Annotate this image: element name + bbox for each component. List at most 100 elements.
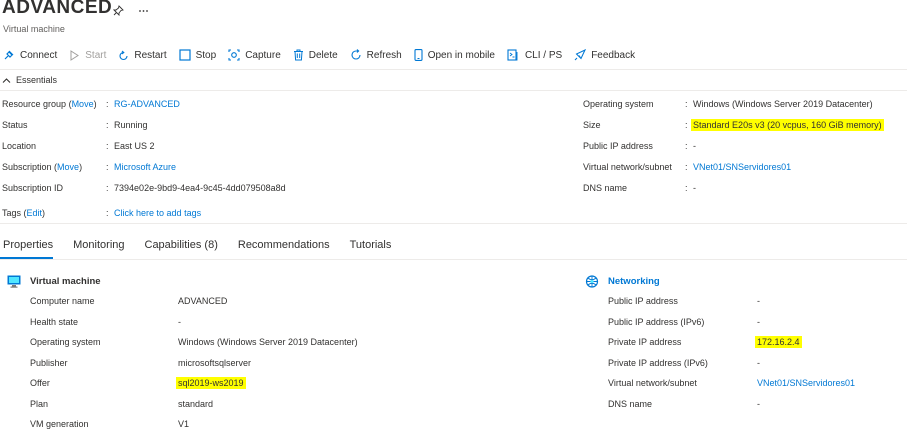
net-label-dns: DNS name [608,399,653,409]
essentials-value-subscription: : Microsoft Azure [106,162,177,172]
vm-value-plan: standard [178,399,214,409]
essentials-label-size: Size [583,120,601,130]
vm-value-generation: V1 [178,419,190,429]
trash-icon [293,49,303,61]
play-icon [70,49,80,61]
essentials-label-subscription-id: Subscription ID [2,183,64,193]
move-resource-group-link[interactable]: Move [72,99,94,109]
net-vnet-subnet-link[interactable]: VNet01/SNServidores01 [757,378,855,388]
essentials-value-status: : Running [106,120,148,130]
start-label: Start [85,49,107,61]
title-actions [112,5,160,19]
connect-button[interactable]: Connect [3,49,57,61]
essentials-value-subscription-id: : 7394e02e-9bd9-4ea4-9c45-4dd079508a8d [106,183,286,193]
net-value-private-ipv6: - [757,358,760,368]
vnet-subnet-link[interactable]: VNet01/SNServidores01 [693,162,791,172]
stop-button[interactable]: Stop [179,49,217,61]
tab-bar: Properties Monitoring Capabilities (8) R… [0,236,411,259]
net-label-public-ip: Public IP address [608,296,678,306]
feedback-label: Feedback [591,49,636,61]
add-tags-link[interactable]: Click here to add tags [114,208,201,218]
cli-ps-button[interactable]: CLI / PS [507,49,562,61]
command-bar: Connect Start Restart Stop Capture Delet… [0,47,647,63]
capture-button[interactable]: Capture [228,49,281,61]
essentials-label-status: Status [2,120,28,130]
vm-label-publisher: Publisher [30,358,68,368]
plug-icon [4,50,14,60]
essentials-label-os: Operating system [583,99,654,109]
tab-tutorials[interactable]: Tutorials [350,236,392,257]
net-label-private-ip: Private IP address [608,337,682,347]
net-value-public-ip: - [757,296,760,306]
vm-label-computer-name: Computer name [30,296,95,306]
net-label-public-ipv6: Public IP address (IPv6) [608,317,705,327]
vm-value-offer: sql2019-ws2019 [176,377,246,389]
edit-tags-link[interactable]: Edit [27,208,43,218]
essentials-value-size: : Standard E20s v3 (20 vcpus, 160 GiB me… [685,119,884,131]
feedback-icon [574,49,587,61]
capture-label: Capture [245,49,281,61]
essentials-label-subscription: Subscription (Move) [2,162,83,172]
chevron-up-icon [2,77,11,83]
pin-icon[interactable] [112,5,124,19]
dns-value: - [693,183,697,193]
tab-capabilities[interactable]: Capabilities (8) [145,236,218,257]
essentials-value-resource-group: : RG-ADVANCED [106,99,180,109]
net-label-private-ipv6: Private IP address (IPv6) [608,358,708,368]
move-subscription-link[interactable]: Move [57,162,79,172]
vm-label-plan: Plan [30,399,49,409]
tab-recommendations[interactable]: Recommendations [238,236,330,257]
stop-label: Stop [195,49,217,61]
essentials-label-vnet: Virtual network/subnet [583,162,672,172]
essentials-label-resource-group: Resource group (Move) [2,99,97,109]
vm-section-title: Virtual machine [7,275,101,288]
vm-label-offer: Offer [30,378,50,388]
refresh-button[interactable]: Refresh [350,49,402,61]
open-in-mobile-button[interactable]: Open in mobile [414,49,495,61]
subscription-link[interactable]: Microsoft Azure [114,162,176,172]
essentials-toggle[interactable]: Essentials [2,75,57,85]
delete-label: Delete [308,49,338,61]
essentials-label-location: Location [2,141,37,151]
vm-value-computer-name: ADVANCED [178,296,228,306]
restart-button[interactable]: Restart [118,49,167,61]
location-value: East US 2 [114,141,155,151]
tab-properties[interactable]: Properties [0,236,54,259]
net-label-vnet: Virtual network/subnet [608,378,697,388]
vm-value-publisher: microsoftsqlserver [178,358,252,368]
essentials-value-os: : Windows (Windows Server 2019 Datacente… [685,99,873,109]
vm-value-os: Windows (Windows Server 2019 Datacenter) [178,337,358,347]
stop-icon [179,49,191,61]
vm-label-generation: VM generation [30,419,89,429]
os-value: Windows (Windows Server 2019 Datacenter) [693,99,873,109]
size-value: Standard E20s v3 (20 vcpus, 160 GiB memo… [691,119,884,131]
essentials-value-dns: : - [685,183,697,193]
mobile-icon [414,49,423,61]
vm-label-health-state: Health state [30,317,79,327]
page-subtitle: Virtual machine [3,24,65,34]
tab-monitoring[interactable]: Monitoring [73,236,124,257]
net-value-dns: - [757,399,760,409]
cli-ps-label: CLI / PS [524,49,563,61]
essentials-value-public-ip: : - [685,141,697,151]
offer-value: sql2019-ws2019 [176,377,246,389]
delete-button[interactable]: Delete [293,49,338,61]
essentials-divider [0,90,907,91]
start-button[interactable]: Start [69,50,106,61]
networking-section-title[interactable]: Networking [585,275,660,288]
vm-label-os: Operating system [30,337,101,347]
essentials-label-dns: DNS name [583,183,628,193]
resource-group-link[interactable]: RG-ADVANCED [114,99,180,109]
essentials-bottom-divider [0,223,907,224]
vm-value-health-state: - [178,317,181,327]
net-value-public-ipv6: - [757,317,760,327]
feedback-button[interactable]: Feedback [574,49,635,61]
toolbar-divider [0,69,907,70]
subscription-id-value: 7394e02e-9bd9-4ea4-9c45-4dd079508a8d [114,183,286,193]
terminal-icon [507,49,518,61]
ellipsis-icon[interactable] [138,5,149,19]
restart-label: Restart [134,49,167,61]
virtual-machine-icon [7,275,21,288]
refresh-label: Refresh [366,49,402,61]
essentials-value-location: : East US 2 [106,141,155,151]
